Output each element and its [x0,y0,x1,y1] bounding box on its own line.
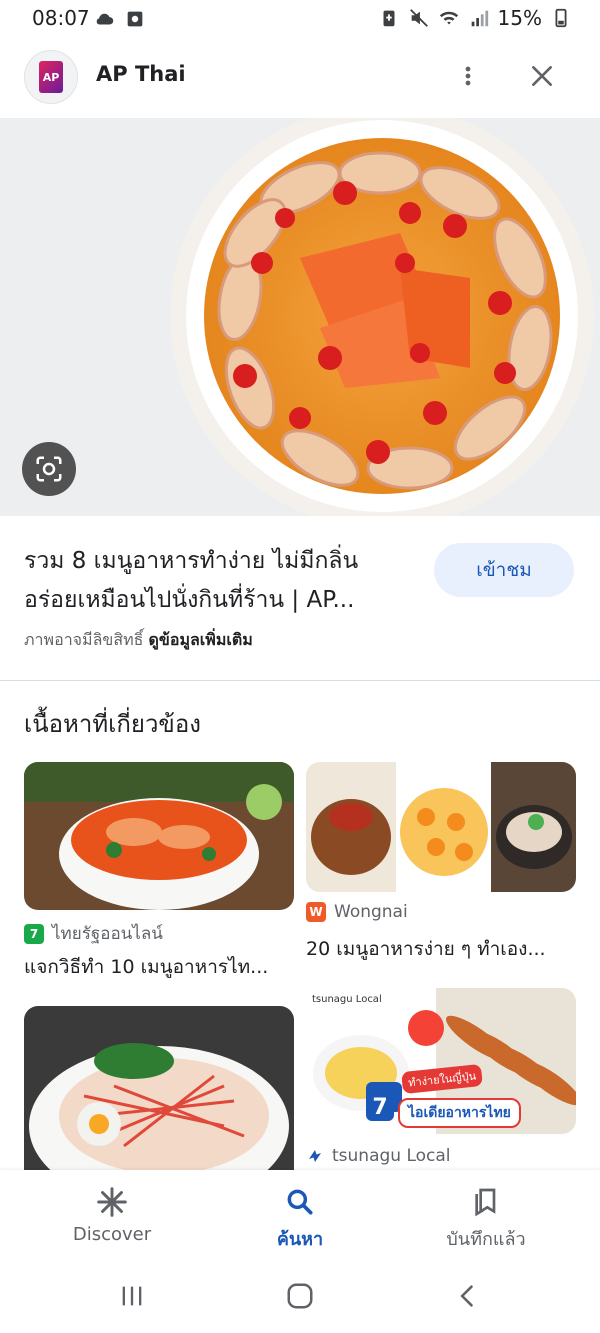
related-card-source-4: tsunagu Local [306,1146,451,1166]
divider [0,680,600,681]
overlay-number: 7 [366,1093,394,1121]
related-card-image-3[interactable] [24,1006,294,1170]
hero-image[interactable] [0,118,600,516]
source-name: tsunagu Local [332,1146,451,1166]
nav-discover[interactable]: Discover [12,1170,212,1260]
battery-saver-icon [383,10,395,27]
related-card-title-2[interactable]: 20 เมนูอาหารง่าย ๆ ทำเอง... [306,934,574,964]
back-button[interactable] [443,1274,493,1318]
app-header: AP AP Thai [0,36,600,118]
close-button[interactable] [522,56,562,96]
system-navigation-bar [0,1260,600,1333]
wongnai-collage-image [306,762,576,892]
bookmarks-icon [468,1184,504,1220]
result-title[interactable]: รวม 8 เมนูอาหารทำง่าย ไม่มีกลิ่น อร่อยเห… [24,542,419,620]
status-time: 08:07 [32,6,90,30]
nav-search[interactable]: ค้นหา [200,1170,400,1260]
copyright-notice: ภาพอาจมีลิขสิทธิ์ ดูข้อมูลเพิ่มเติม [24,628,253,653]
ap-thai-logo: AP [24,50,78,104]
more-vert-icon [465,66,471,86]
wifi-icon [439,11,458,25]
search-icon [282,1184,318,1220]
asterisk-icon [94,1184,130,1220]
home-icon [287,1283,313,1309]
page-title: AP Thai [96,62,186,86]
nav-label: บันทึกแล้ว [446,1229,526,1250]
source-name: Wongnai [334,902,408,922]
related-card-source-1: 7 ไทยรัฐออนไลน์ [24,920,163,947]
tsunagu-image-brand: tsunagu Local [312,994,382,1005]
close-icon [532,66,552,86]
copyright-text: ภาพอาจมีลิขสิทธิ์ [24,630,144,649]
home-button[interactable] [275,1274,325,1318]
bottom-navigation: Discover ค้นหา บันทึกแล้ว [0,1170,600,1260]
wongnai-logo-icon: W [306,902,326,922]
lens-icon [36,456,62,482]
tsunagu-logo-icon [309,1150,321,1162]
visit-button[interactable]: เข้าชม [434,543,574,597]
battery-percent: 15% [497,6,542,30]
related-card-title-1[interactable]: แจกวิธีทำ 10 เมนูอาหารไท... [24,952,292,982]
more-options-button[interactable] [448,56,488,96]
nav-saved[interactable]: บันทึกแล้ว [386,1170,586,1260]
source-name: ไทยรัฐออนไลน์ [52,924,163,944]
related-card-source-2: W Wongnai [306,902,408,922]
mute-icon [409,9,428,27]
related-heading: เนื้อหาที่เกี่ยวข้อง [24,710,201,738]
cloud-icon [96,13,114,25]
tom-yum-image [24,762,294,910]
overlay-big-caption: ไอเดียอาหารไทย [398,1098,521,1128]
more-info-link[interactable]: ดูข้อมูลเพิ่มเติม [149,630,253,649]
battery-icon [555,8,567,28]
crab-salad-image [24,1006,294,1170]
related-card-image-4[interactable]: tsunagu Local ทำง่ายในญี่ปุ่น 7 ไอเดียอา… [306,988,576,1134]
app-notification-icon [127,11,143,27]
nav-label: Discover [72,1224,152,1245]
related-card-image-1[interactable] [24,762,294,910]
nav-label: ค้นหา [276,1229,324,1250]
shrimp-salmon-dish-image [0,118,600,516]
recent-apps-icon [122,1286,142,1306]
google-lens-button[interactable] [22,442,76,496]
back-icon [460,1285,473,1307]
thairath-logo-icon: 7 [24,923,44,944]
signal-icon [471,10,488,27]
status-bar: 08:07 15% [0,0,600,36]
logo-mark: AP [39,61,63,93]
result-title-line-1: รวม 8 เมนูอาหารทำง่าย ไม่มีกลิ่น [24,548,359,574]
related-card-image-2[interactable] [306,762,576,892]
recent-apps-button[interactable] [107,1274,157,1318]
result-title-line-2: อร่อยเหมือนไปนั่งกินที่ร้าน | AP... [24,587,355,613]
